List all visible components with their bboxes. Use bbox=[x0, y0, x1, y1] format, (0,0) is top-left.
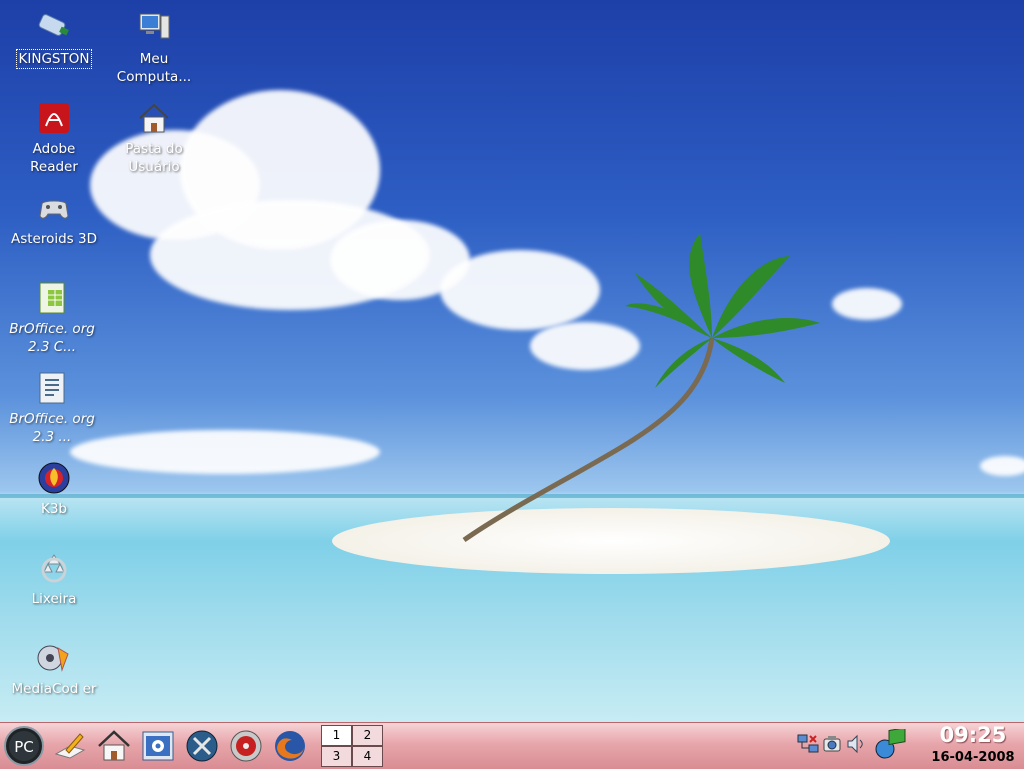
text-editor-icon[interactable] bbox=[52, 728, 88, 764]
clock-time[interactable]: 09:25 bbox=[924, 723, 1022, 747]
usb-drive-icon bbox=[38, 14, 69, 36]
settings-tools-icon[interactable] bbox=[184, 728, 220, 764]
taskbar: PC 1 2 3 4 bbox=[0, 722, 1024, 769]
clock-date[interactable]: 16-04-2008 bbox=[924, 750, 1022, 765]
home-icon[interactable] bbox=[96, 728, 132, 764]
mediacoder-icon bbox=[37, 645, 69, 672]
k3b-icon bbox=[38, 462, 70, 494]
spreadsheet-icon bbox=[39, 282, 65, 314]
desktop-icon-asteroids-3d[interactable]: Asteroids 3D bbox=[8, 190, 100, 248]
palm-tree bbox=[462, 233, 820, 543]
computer-icon bbox=[139, 13, 170, 39]
gamepad-icon bbox=[39, 200, 69, 219]
desktop-icon-broffice-calc[interactable]: BrOffice. org 2.3 C... bbox=[6, 280, 98, 356]
desktop-1-button[interactable]: 1 bbox=[321, 725, 352, 746]
desktop-icon-broffice-writer[interactable]: BrOffice. org 2.3 ... bbox=[6, 370, 98, 446]
desktop-2-button[interactable]: 2 bbox=[352, 725, 383, 746]
network-icon[interactable] bbox=[797, 733, 819, 755]
desktop-icon-lixeira[interactable]: Lixeira bbox=[8, 550, 100, 608]
wallpaper-cloud bbox=[980, 456, 1024, 476]
desktop-4-button[interactable]: 4 bbox=[352, 746, 383, 767]
desktop-3-button[interactable]: 3 bbox=[321, 746, 352, 767]
virtual-desktop-pager: 1 2 3 4 bbox=[321, 725, 383, 767]
desktop-icon-k3b[interactable]: K3b bbox=[8, 460, 100, 518]
network-connection-icon[interactable] bbox=[875, 729, 907, 761]
control-center-icon[interactable] bbox=[140, 728, 176, 764]
desktop-icon-adobe-reader[interactable]: Adobe Reader bbox=[8, 100, 100, 176]
desktop-icon-kingston[interactable]: KINGSTON bbox=[8, 10, 100, 69]
volume-icon[interactable] bbox=[845, 733, 867, 755]
screenshot-icon[interactable] bbox=[821, 733, 843, 755]
wallpaper-cloud bbox=[832, 288, 902, 320]
adobe-reader-icon bbox=[39, 103, 69, 133]
trash-icon bbox=[41, 554, 67, 583]
firefox-icon[interactable] bbox=[272, 728, 308, 764]
desktop-icon-meu-computador[interactable]: Meu Computa... bbox=[108, 10, 200, 86]
desktop-icon-mediacoder[interactable]: MediaCod er bbox=[8, 640, 100, 698]
start-menu-button[interactable]: PC bbox=[2, 725, 46, 767]
writer-icon bbox=[39, 372, 65, 404]
media-player-icon[interactable] bbox=[228, 728, 264, 764]
desktop-icon-pasta-do-usuario[interactable]: Pasta do Usuário bbox=[108, 100, 200, 176]
home-folder-icon bbox=[139, 103, 169, 133]
start-label: PC bbox=[14, 738, 34, 756]
wallpaper-cloud bbox=[70, 430, 380, 474]
